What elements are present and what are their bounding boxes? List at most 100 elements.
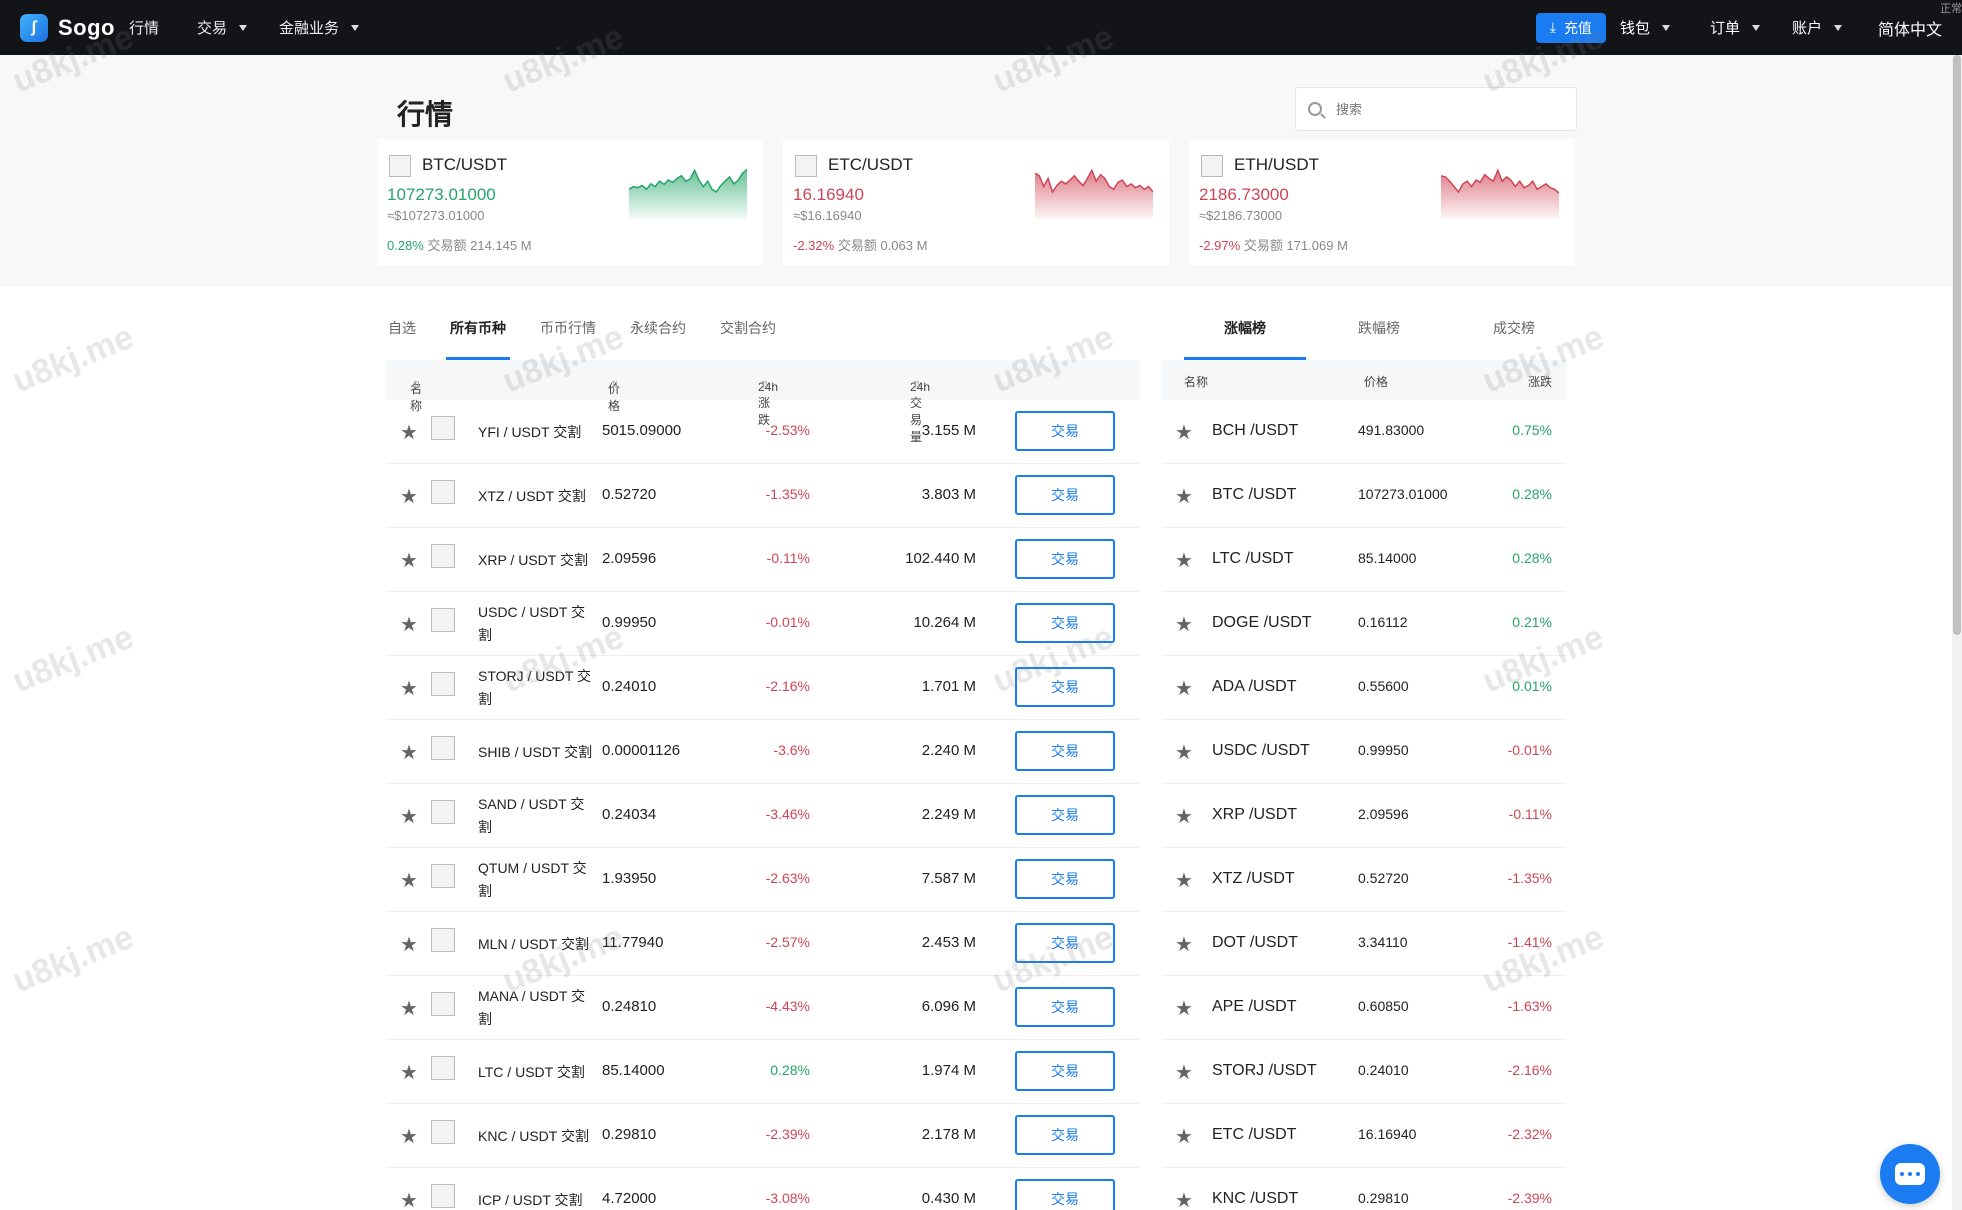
star-icon[interactable]: ★ [400,676,418,701]
tab-volume[interactable]: 成交榜 [1493,318,1535,360]
list-item[interactable]: ★ BCH /USDT 491.83000 0.75% [1162,400,1566,464]
list-item[interactable]: ★ DOGE /USDT 0.16112 0.21% [1162,592,1566,656]
ticker-volume-label: 交易额 [427,238,467,253]
table-row[interactable]: ★ KNC / USDT 交割 0.29810 -2.39% 2.178 M 交易 [386,1104,1140,1168]
star-icon[interactable]: ★ [1175,1188,1193,1210]
trade-button[interactable]: 交易 [1015,859,1115,899]
tab-losers[interactable]: 跌幅榜 [1358,318,1400,360]
list-item[interactable]: ★ KNC /USDT 0.29810 -2.39% [1162,1168,1566,1210]
list-item[interactable]: ★ STORJ /USDT 0.24010 -2.16% [1162,1040,1566,1104]
table-row[interactable]: ★ QTUM / USDT 交割 1.93950 -2.63% 7.587 M 交易 [386,848,1140,912]
tab-all-coins[interactable]: 所有币种 [446,310,510,360]
list-item[interactable]: ★ USDC /USDT 0.99950 -0.01% [1162,720,1566,784]
tab-spot[interactable]: 币币行情 [538,310,598,360]
page-scrollbar[interactable] [1952,55,1962,1210]
star-icon[interactable]: ★ [400,1188,418,1210]
brand-logo[interactable]: ∫ Sogo [20,13,115,42]
ticker-card-etc[interactable]: ETC/USDT 16.16940 ≈$16.16940 -2.32% 交易额 … [783,139,1169,265]
trade-button[interactable]: 交易 [1015,923,1115,963]
table-row[interactable]: ★ SAND / USDT 交割 0.24034 -3.46% 2.249 M 交易 [386,784,1140,848]
list-item[interactable]: ★ XRP /USDT 2.09596 -0.11% [1162,784,1566,848]
table-row[interactable]: ★ XTZ / USDT 交割 0.52720 -1.35% 3.803 M 交易 [386,464,1140,528]
table-row[interactable]: ★ SHIB / USDT 交割 0.00001126 -3.6% 2.240 M 交易 [386,720,1140,784]
search-input[interactable] [1336,101,1536,117]
star-icon[interactable]: ★ [400,868,418,893]
nav-item-wallet[interactable]: 钱包 [1620,17,1670,38]
star-icon[interactable]: ★ [400,1124,418,1149]
table-header: 名称 ⇅ 价格 ⇅ 24h涨跌 ⇅ 24h交易量 ⇅ [386,360,1140,444]
table-row[interactable]: ★ LTC / USDT 交割 85.14000 0.28% 1.974 M 交易 [386,1040,1140,1104]
star-icon[interactable]: ★ [400,420,418,445]
nav-item-orders[interactable]: 订单 [1710,17,1760,38]
star-icon[interactable]: ★ [1175,484,1193,509]
star-icon[interactable]: ★ [1175,676,1193,701]
trade-button[interactable]: 交易 [1015,1051,1115,1091]
star-icon[interactable]: ★ [1175,548,1193,573]
trade-button[interactable]: 交易 [1015,475,1115,515]
trade-button[interactable]: 交易 [1015,667,1115,707]
table-row[interactable]: ★ MLN / USDT 交割 11.77940 -2.57% 2.453 M 交易 [386,912,1140,976]
table-row[interactable]: ★ USDC / USDT 交割 0.99950 -0.01% 10.264 M 交易 [386,592,1140,656]
star-icon[interactable]: ★ [400,612,418,637]
star-icon[interactable]: ★ [1175,1060,1193,1085]
trade-button[interactable]: 交易 [1015,731,1115,771]
nav-item-market[interactable]: 行情 [129,17,159,38]
trade-button[interactable]: 交易 [1015,1115,1115,1155]
star-icon[interactable]: ★ [1175,612,1193,637]
star-icon[interactable]: ★ [400,1060,418,1085]
ticker-change: -2.32% [793,238,835,253]
table-row[interactable]: ★ STORJ / USDT 交割 0.24010 -2.16% 1.701 M 交易 [386,656,1140,720]
star-icon[interactable]: ★ [1175,420,1193,445]
star-icon[interactable]: ★ [400,996,418,1021]
pair-name: XTZ / USDT 交割 [478,487,586,504]
nav-item-finance[interactable]: 金融业务 [279,17,360,38]
star-icon[interactable]: ★ [1175,1124,1193,1149]
trade-button[interactable]: 交易 [1015,539,1115,579]
tab-gainers[interactable]: 涨幅榜 [1184,318,1306,360]
star-icon[interactable]: ★ [400,804,418,829]
ticker-card-eth[interactable]: ETH/USDT 2186.73000 ≈$2186.73000 -2.97% … [1189,139,1575,265]
star-icon[interactable]: ★ [400,932,418,957]
volume-cell: 2.178 M [921,1126,976,1143]
language-selector[interactable]: 简体中文 [1878,16,1942,40]
pair-name: BTC /USDT [1212,486,1297,503]
tab-perpetual[interactable]: 永续合约 [628,310,688,360]
list-item[interactable]: ★ ADA /USDT 0.55600 0.01% [1162,656,1566,720]
star-icon[interactable]: ★ [400,484,418,509]
star-icon[interactable]: ★ [1175,996,1193,1021]
chat-button[interactable] [1880,1144,1940,1204]
table-row[interactable]: ★ XRP / USDT 交割 2.09596 -0.11% 102.440 M 交易 [386,528,1140,592]
trade-button[interactable]: 交易 [1015,411,1115,451]
trade-button[interactable]: 交易 [1015,1179,1115,1210]
list-item[interactable]: ★ XTZ /USDT 0.52720 -1.35% [1162,848,1566,912]
trade-button[interactable]: 交易 [1015,795,1115,835]
search-box[interactable] [1295,87,1577,131]
list-item[interactable]: ★ LTC /USDT 85.14000 0.28% [1162,528,1566,592]
table-row[interactable]: ★ ICP / USDT 交割 4.72000 -3.08% 0.430 M 交易 [386,1168,1140,1210]
tab-delivery[interactable]: 交割合约 [718,310,778,360]
star-icon[interactable]: ★ [1175,868,1193,893]
nav-item-trade[interactable]: 交易 [197,17,248,38]
list-item[interactable]: ★ APE /USDT 0.60850 -1.63% [1162,976,1566,1040]
star-icon[interactable]: ★ [1175,740,1193,765]
star-icon[interactable]: ★ [1175,804,1193,829]
list-item[interactable]: ★ ETC /USDT 16.16940 -2.32% [1162,1104,1566,1168]
trade-button[interactable]: 交易 [1015,987,1115,1027]
star-icon[interactable]: ★ [1175,932,1193,957]
scrollbar-thumb[interactable] [1953,55,1961,635]
list-item[interactable]: ★ BTC /USDT 107273.01000 0.28% [1162,464,1566,528]
table-row[interactable]: ★ MANA / USDT 交割 0.24810 -4.43% 6.096 M 交易 [386,976,1140,1040]
nav-item-account[interactable]: 账户 [1792,17,1842,38]
list-item[interactable]: ★ DOT /USDT 3.34110 -1.41% [1162,912,1566,976]
deposit-button[interactable]: ⤓ 充值 [1535,12,1606,43]
pair-name: MANA / USDT 交割 [478,988,586,1027]
star-icon[interactable]: ★ [400,740,418,765]
table-row[interactable]: ★ YFI / USDT 交割 5015.09000 -2.53% 3.155 M 交易 [386,400,1140,464]
tab-favorites[interactable]: 自选 [386,310,418,360]
star-icon[interactable]: ★ [400,548,418,573]
brand-name: Sogo [58,14,115,40]
price-cell: 1.93950 [602,870,657,887]
trade-button[interactable]: 交易 [1015,603,1115,643]
caret-down-icon [351,24,360,31]
ticker-card-btc[interactable]: BTC/USDT 107273.01000 ≈$107273.01000 0.2… [377,139,763,265]
